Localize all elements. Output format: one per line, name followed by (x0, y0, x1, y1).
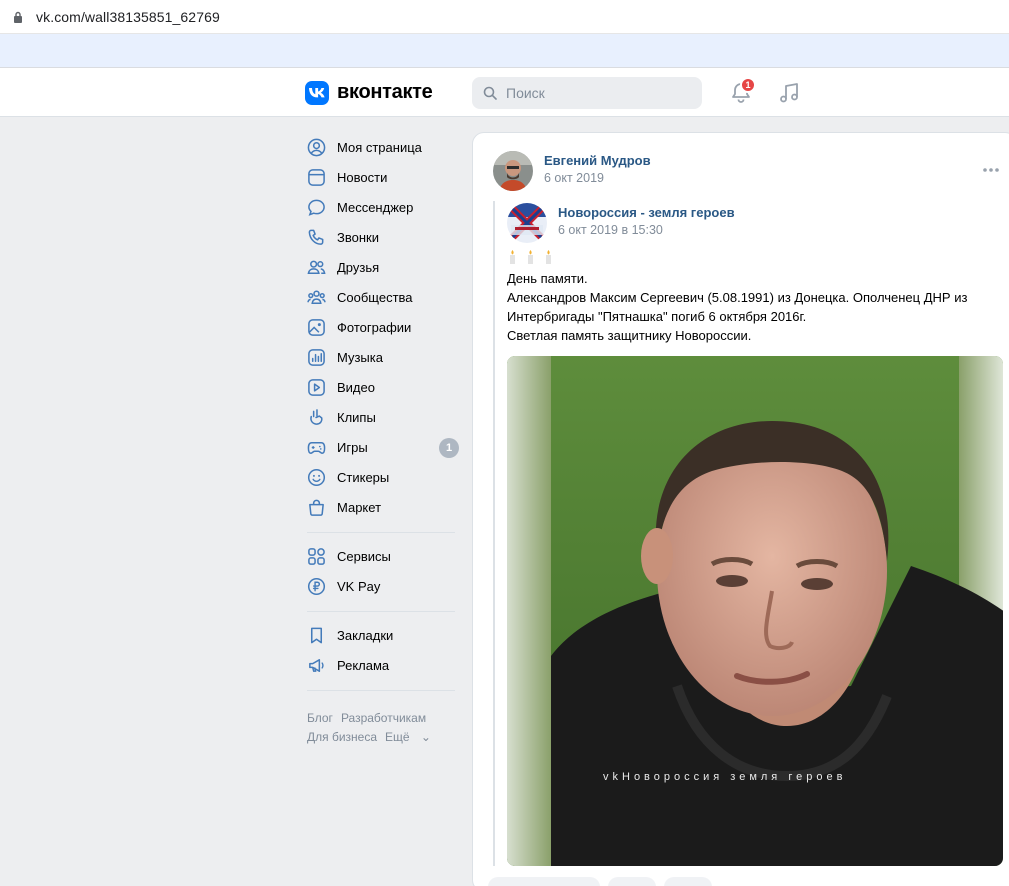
menu-divider (307, 532, 455, 533)
menu-divider (307, 611, 455, 612)
post-author[interactable]: Евгений Мудров (544, 153, 651, 168)
sidebar-item-label: Моя страница (337, 140, 422, 155)
sidebar-item-friends[interactable]: Друзья (300, 252, 460, 282)
comment-button[interactable] (608, 877, 656, 886)
photo-image (507, 356, 1003, 866)
message-icon (308, 199, 325, 216)
browser-chrome: vk.com/wall38135851_62769 (0, 0, 1009, 69)
services-icon (308, 548, 325, 565)
like-button[interactable] (488, 877, 600, 886)
post-text-line: День памяти. (507, 271, 588, 286)
lock-icon (14, 11, 22, 23)
sidebar-item-label: Маркет (337, 500, 382, 515)
more-options-icon[interactable] (982, 167, 1000, 173)
brand-name[interactable]: вконтакте (337, 81, 433, 104)
friends-icon (307, 260, 326, 274)
sidebar-item-label: Мессенджер (337, 200, 414, 215)
footer-link-business[interactable]: Для бизнеса (307, 730, 377, 744)
ads-icon (309, 659, 324, 672)
post-date[interactable]: 6 окт 2019 (544, 171, 604, 185)
sidebar-item-calls[interactable]: Звонки (300, 222, 460, 252)
address-bar[interactable]: vk.com/wall38135851_62769 (0, 0, 1009, 34)
sidebar-footer-links: Блог Разработчикам Для бизнеса Ещё ⌄ (307, 709, 467, 747)
wall-post: Евгений Мудров 6 окт 2019 Новороссия - з… (472, 132, 1009, 886)
bookmark-icon (310, 627, 323, 644)
sidebar-item-communities[interactable]: Сообщества (300, 282, 460, 312)
vk-logo-icon[interactable] (305, 81, 329, 105)
sidebar-item-label: Закладки (337, 628, 394, 643)
source-avatar[interactable] (507, 203, 547, 243)
sidebar-item-stickers[interactable]: Стикеры (300, 462, 460, 492)
sidebar-item-label: Клипы (337, 410, 376, 425)
sidebar-item-label: Друзья (337, 260, 380, 275)
left-menu: Моя страница Новости Мессенджер Звонки Д… (300, 132, 460, 699)
vk-header: вконтакте 1 (0, 69, 1009, 117)
sidebar-item-ads[interactable]: Реклама (300, 650, 460, 680)
repost-indicator (493, 201, 495, 866)
repost-source-name[interactable]: Новороссия - земля героев (558, 205, 735, 220)
sidebar-item-label: Фотографии (337, 320, 412, 335)
newsfeed-icon (308, 169, 325, 186)
sidebar-item-bookmarks[interactable]: Закладки (300, 620, 460, 650)
post-photo[interactable]: vkНовороссия земля героев (507, 356, 1003, 866)
bookmarks-bar (0, 34, 1009, 68)
music-icon (308, 349, 325, 366)
market-icon (309, 499, 324, 516)
sidebar-item-clips[interactable]: Клипы (300, 402, 460, 432)
sidebar-item-label: Стикеры (337, 470, 390, 485)
sidebar-item-label: Музыка (337, 350, 383, 365)
sidebar-item-label: Сообщества (337, 290, 413, 305)
phone-icon (308, 229, 324, 245)
sidebar-item-label: VK Pay (337, 579, 381, 594)
footer-link-developers[interactable]: Разработчикам (341, 711, 426, 725)
url-text[interactable]: vk.com/wall38135851_62769 (36, 9, 220, 25)
sidebar-item-photos[interactable]: Фотографии (300, 312, 460, 342)
communities-icon (307, 290, 326, 304)
sidebar-item-label: Новости (337, 170, 388, 185)
share-button[interactable] (664, 877, 712, 886)
photos-icon (308, 319, 325, 336)
post-text-line: Светлая память защитнику Новороссии. (507, 328, 752, 343)
footer-link-blog[interactable]: Блог (307, 711, 333, 725)
sidebar-item-news[interactable]: Новости (300, 162, 460, 192)
menu-divider (307, 690, 455, 691)
notification-badge: 1 (740, 77, 756, 93)
search-box[interactable] (472, 77, 702, 109)
video-icon (308, 379, 325, 396)
sidebar-item-label: Звонки (337, 230, 379, 245)
sidebar-item-messenger[interactable]: Мессенджер (300, 192, 460, 222)
candle-emoji-icon (510, 250, 551, 264)
games-count-badge: 1 (439, 438, 459, 458)
chevron-down-icon: ⌄ (420, 730, 431, 744)
search-input[interactable] (506, 77, 696, 109)
sidebar-item-music[interactable]: Музыка (300, 342, 460, 372)
music-icon[interactable] (777, 81, 801, 105)
games-icon (307, 441, 326, 454)
photo-watermark: vkНовороссия земля героев (603, 771, 847, 783)
post-text-line: Александров Максим Сергеевич (5.08.1991)… (507, 290, 968, 324)
sidebar-item-my-page[interactable]: Моя страница (300, 132, 460, 162)
sidebar-item-services[interactable]: Сервисы (300, 541, 460, 571)
repost-date[interactable]: 6 окт 2019 в 15:30 (558, 223, 663, 237)
vkpay-icon (307, 577, 326, 596)
search-icon (483, 86, 497, 100)
footer-link-more[interactable]: Ещё ⌄ (385, 730, 439, 744)
sidebar-item-label: Реклама (337, 658, 390, 673)
user-circle-icon (307, 138, 326, 157)
sidebar-item-video[interactable]: Видео (300, 372, 460, 402)
sidebar-item-label: Сервисы (337, 549, 391, 564)
post-text: День памяти. Александров Максим Сергееви… (507, 269, 1009, 345)
clips-icon (310, 409, 323, 425)
sidebar-item-vkpay[interactable]: VK Pay (300, 571, 460, 601)
sidebar-item-label: Видео (337, 380, 375, 395)
author-avatar[interactable] (493, 151, 533, 191)
sidebar-item-market[interactable]: Маркет (300, 492, 460, 522)
sidebar-item-label: Игры (337, 440, 368, 455)
stickers-icon (307, 468, 326, 487)
footer-more-label: Ещё (385, 730, 410, 744)
sidebar-item-games[interactable]: Игры 1 (300, 432, 460, 462)
